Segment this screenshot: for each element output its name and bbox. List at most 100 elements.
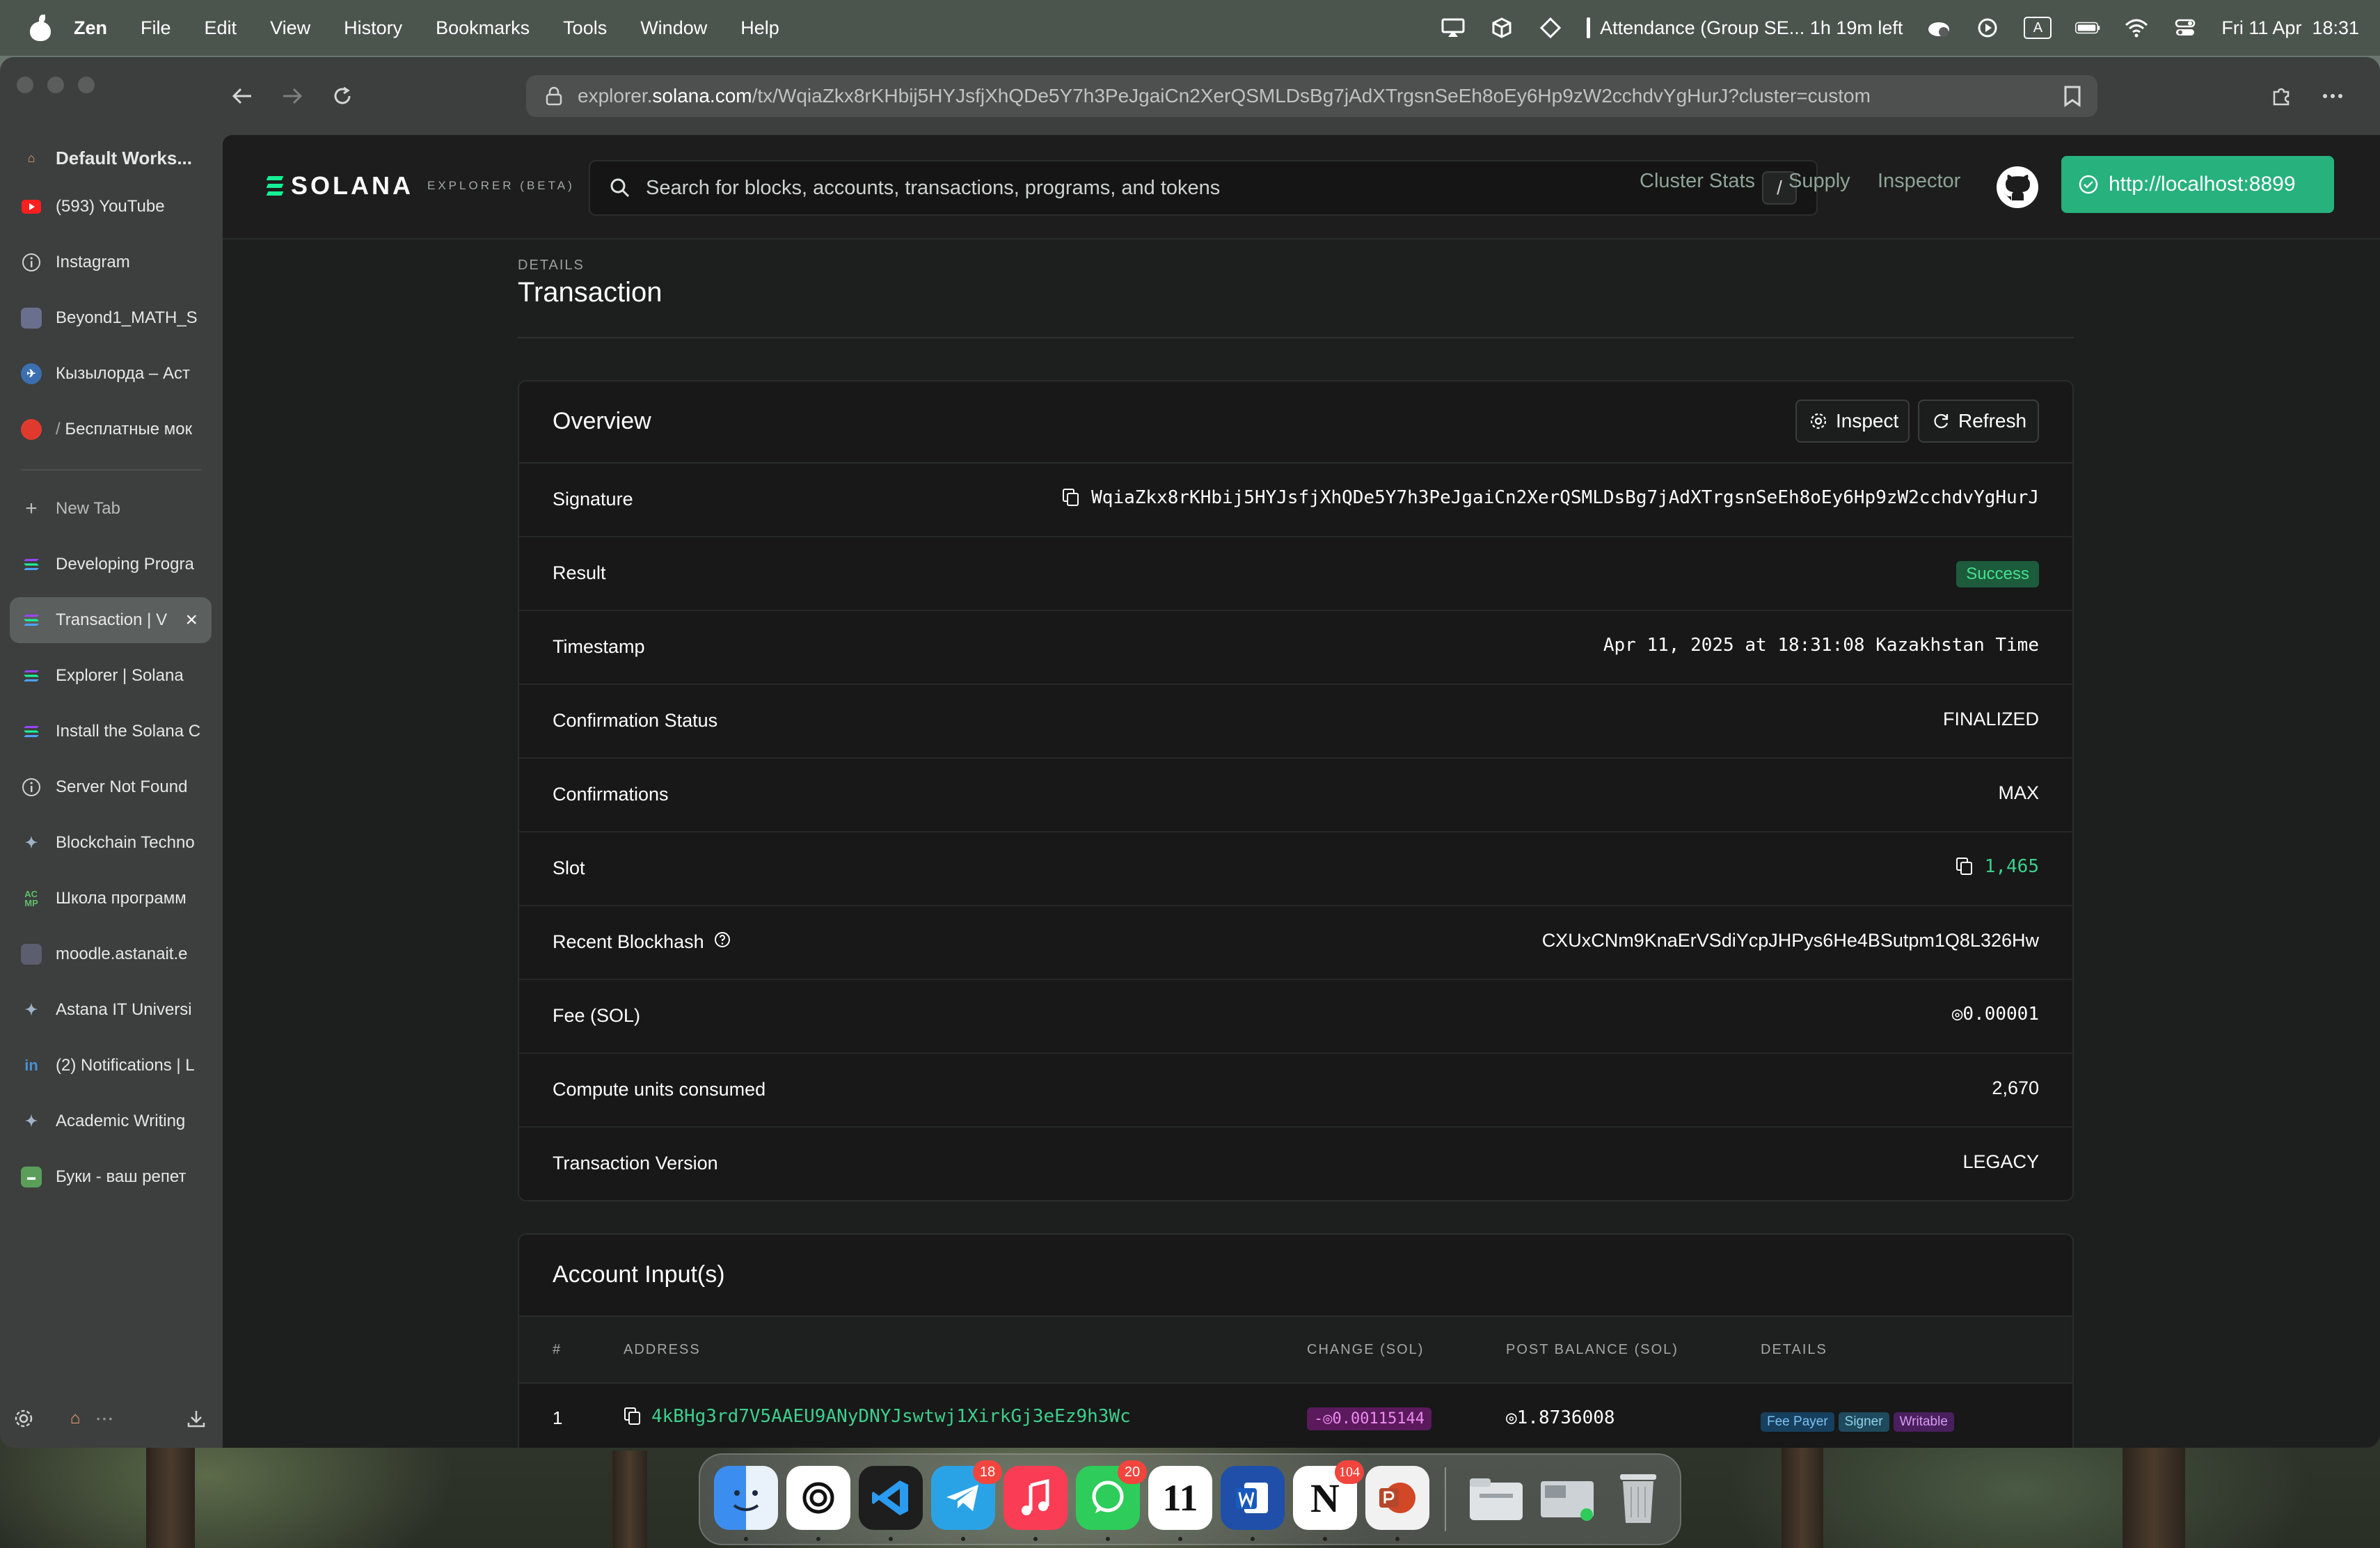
sidebar-tab[interactable]: ✦ Academic Writing (10, 1098, 212, 1144)
forward-arrow-icon[interactable] (277, 81, 308, 111)
pinned-tab[interactable]: / Бесплатные мок (10, 406, 212, 452)
play-circle-icon[interactable] (1975, 17, 2000, 38)
box-icon[interactable] (1489, 17, 1514, 38)
menubar-clock[interactable]: Fri 11 Apr 18:31 (2221, 17, 2359, 39)
apple-menu-icon[interactable] (28, 15, 53, 41)
pinned-tab[interactable]: (593) YouTube (10, 184, 212, 230)
notion-icon[interactable]: N 104 (1293, 1460, 1364, 1530)
sidebar-tab[interactable]: Developing Progra (10, 542, 212, 587)
nav-supply[interactable]: Supply (1788, 170, 1850, 193)
download-icon[interactable] (185, 1407, 207, 1430)
signature-row: Signature WqiaZkx8rKHbij5HYJsfjXhQDe5Y7h… (519, 464, 2072, 537)
sidebar-tab[interactable]: Server Not Found (10, 764, 212, 810)
result-label: Result (553, 562, 606, 583)
pinned-tab-label: / Бесплатные мок (56, 420, 193, 439)
new-tab-button[interactable]: + New Tab (10, 486, 212, 532)
wifi-icon[interactable] (2124, 17, 2149, 38)
pinned-tab[interactable]: ✈ Кызылорда – Аст (10, 351, 212, 397)
battery-icon[interactable] (2075, 17, 2100, 38)
status-badge: Success (1956, 561, 2039, 587)
transaction-version-label: Transaction Version (553, 1153, 718, 1174)
browser-window: explorer.solana.com/tx/WqiaZkx8rKHbij5HY… (0, 57, 2380, 1448)
finder-icon[interactable] (714, 1466, 778, 1530)
tab-sidebar: ⌂ Default Works... (593) YouTube Instagr… (0, 135, 223, 1448)
solana-logo[interactable]: SOLANA EXPLORER (BETA) (266, 171, 575, 200)
lock-icon[interactable] (546, 86, 562, 106)
menu-history[interactable]: History (344, 17, 402, 39)
diamond-icon[interactable] (1538, 17, 1563, 38)
reload-icon[interactable] (327, 81, 358, 111)
dock-running-indicator (1251, 1537, 1255, 1541)
inspect-button[interactable]: Inspect (1795, 400, 1910, 443)
whatsapp-icon[interactable]: 20 (1076, 1460, 1147, 1530)
creative-cloud-icon[interactable] (1926, 17, 1951, 38)
dock-running-indicator (1033, 1537, 1038, 1541)
vscode-icon[interactable] (859, 1466, 923, 1530)
folder-icon[interactable] (1464, 1466, 1528, 1530)
powerpoint-icon[interactable] (1365, 1466, 1429, 1530)
copy-icon[interactable] (1955, 857, 1974, 876)
sidebar-tab[interactable]: moodle.astanait.e (10, 931, 212, 977)
pinned-tab[interactable]: Instagram (10, 239, 212, 285)
menu-view[interactable]: View (270, 17, 310, 39)
github-icon[interactable] (1996, 166, 2039, 209)
workspace-switcher[interactable]: ⌂ Default Works... (10, 135, 212, 181)
calendar-status-item[interactable]: Attendance (Group SE... 1h 19m left (1587, 17, 1903, 39)
help-circle-icon[interactable] (714, 931, 731, 953)
copy-icon[interactable] (624, 1407, 642, 1426)
explorer-search[interactable]: Search for blocks, accounts, transaction… (589, 160, 1818, 216)
wallpaper-tree (612, 1451, 647, 1548)
menu-file[interactable]: File (141, 17, 171, 39)
bookmark-icon[interactable] (2063, 85, 2082, 107)
pinned-tab[interactable]: Beyond1_MATH_S (10, 295, 212, 341)
overview-title: Overview (553, 408, 651, 434)
workspace-dots-icon[interactable]: • • • (93, 1407, 116, 1430)
calendar-day: 11 (1162, 1477, 1198, 1519)
keyboard-input-icon[interactable]: A (2024, 17, 2052, 39)
calendar-icon[interactable]: 11 (1148, 1466, 1212, 1530)
menu-bookmarks[interactable]: Bookmarks (436, 17, 530, 39)
sparkle-icon: ✦ (24, 1112, 38, 1130)
control-center-icon[interactable] (2173, 17, 2198, 38)
trash-icon[interactable] (1606, 1466, 1670, 1530)
sidebar-tab[interactable]: Explorer | Solana (10, 653, 212, 699)
sidebar-tab-active[interactable]: Transaction | V × (10, 597, 212, 643)
airplay-icon[interactable] (1441, 17, 1466, 38)
menu-window[interactable]: Window (640, 17, 707, 39)
sidebar-tab[interactable]: ▬ Буки - ваш репет (10, 1154, 212, 1200)
telegram-icon[interactable]: 18 (931, 1460, 1002, 1530)
more-options-icon[interactable] (2317, 81, 2348, 111)
nav-inspector[interactable]: Inspector (1878, 170, 1960, 193)
sidebar-tab[interactable]: ✦ Blockchain Techno (10, 820, 212, 866)
nav-cluster-stats[interactable]: Cluster Stats (1640, 170, 1755, 193)
compute-units-row: Compute units consumed 2,670 (519, 1054, 2072, 1128)
close-tab-icon[interactable]: × (185, 610, 198, 631)
url-text[interactable]: explorer.solana.com/tx/WqiaZkx8rKHbij5HY… (578, 85, 1871, 107)
sidebar-tab[interactable]: in (2) Notifications | L (10, 1043, 212, 1089)
account-address-link[interactable]: 4kBHg3rd7V5AAEU9ANyDNYJswtwj1XirkGj3eEz9… (651, 1406, 1131, 1427)
sidebar-tab[interactable]: Install the Solana C (10, 709, 212, 755)
menu-app-name[interactable]: Zen (74, 17, 107, 39)
account-table-header: # ADDRESS CHANGE (SOL) POST BALANCE (SOL… (519, 1317, 2072, 1384)
menu-tools[interactable]: Tools (563, 17, 607, 39)
home-icon[interactable]: ⌂ (64, 1407, 86, 1430)
menu-edit[interactable]: Edit (205, 17, 237, 39)
settings-gear-icon[interactable] (13, 1407, 35, 1430)
back-arrow-icon[interactable] (227, 81, 257, 111)
sidebar-tab[interactable]: ✦ Astana IT Universi (10, 987, 212, 1033)
screenshot-icon[interactable] (1535, 1466, 1599, 1530)
cluster-selector-button[interactable]: http://localhost:8899 (2061, 156, 2334, 213)
word-icon[interactable] (1221, 1466, 1285, 1530)
signature-value[interactable]: WqiaZkx8rKHbij5HYJsfjXhQDe5Y7h3PeJgaiCn2… (1091, 487, 2039, 508)
sparkle-icon: ✦ (24, 1001, 38, 1018)
menu-help[interactable]: Help (740, 17, 779, 39)
refresh-button[interactable]: Refresh (1918, 400, 2039, 443)
extensions-icon[interactable] (2266, 81, 2296, 111)
sidebar-footer: ⌂ • • • (0, 1396, 223, 1441)
sidebar-tab[interactable]: AC MP Школа программ (10, 876, 212, 922)
chatgpt-icon[interactable] (786, 1466, 850, 1530)
address-bar[interactable]: explorer.solana.com/tx/WqiaZkx8rKHbij5HY… (526, 75, 2097, 117)
music-icon[interactable] (1003, 1466, 1068, 1530)
copy-icon[interactable] (1062, 488, 1080, 507)
slot-link[interactable]: 1,465 (1985, 856, 2039, 877)
